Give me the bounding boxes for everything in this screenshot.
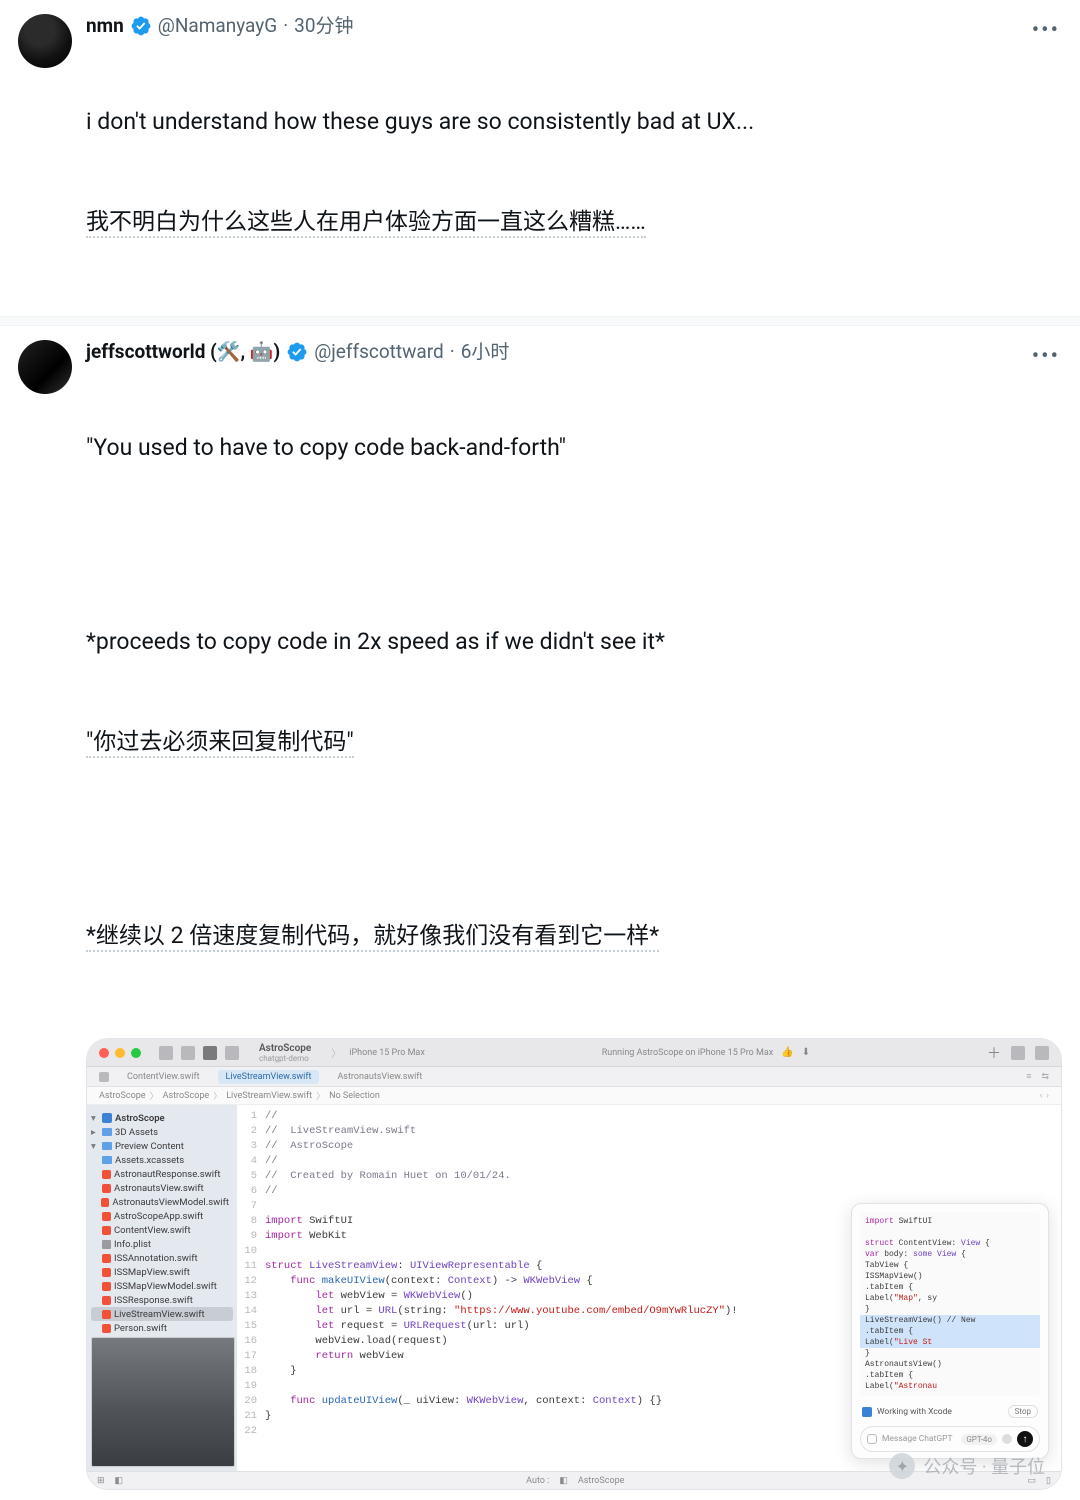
sidebar-item[interactable]: ContentView.swift: [114, 1225, 191, 1236]
sidebar-item-selected[interactable]: LiveStreamView.swift: [114, 1309, 205, 1320]
nav-back-icon[interactable]: [181, 1046, 195, 1060]
sidebar-item[interactable]: Person.swift: [114, 1323, 167, 1334]
chatgpt-panel[interactable]: import SwiftUI struct ContentView: View …: [851, 1203, 1049, 1459]
chat-placeholder: Message ChatGPT: [882, 1434, 953, 1444]
source-control-icon[interactable]: ◧: [115, 1476, 124, 1486]
avatar[interactable]: [18, 14, 72, 68]
library-icon[interactable]: [1011, 1046, 1025, 1060]
sidebar-item[interactable]: Assets.xcassets: [115, 1155, 184, 1166]
stop-icon[interactable]: [225, 1046, 239, 1060]
close-icon[interactable]: [99, 1048, 109, 1058]
sidebar-item[interactable]: ISSMapViewModel.swift: [114, 1281, 217, 1292]
breadcrumb[interactable]: AstroScope: [99, 1091, 146, 1101]
sidebar-item[interactable]: 3D Assets: [115, 1127, 158, 1138]
attachment-icon[interactable]: [867, 1434, 877, 1444]
jump-bar[interactable]: AstroScope〉 AstroScope〉 LiveStreamView.s…: [87, 1087, 1061, 1105]
sidebar-item[interactable]: AstroScopeApp.swift: [114, 1211, 203, 1222]
scheme-name[interactable]: AstroScope chatgpt-demo: [247, 1043, 323, 1063]
editor-tab[interactable]: AstronautsView.swift: [329, 1070, 430, 1084]
tweet-header: nmn @NamanyayG · 30分钟: [86, 14, 1062, 38]
tweet-text-en: i don't understand how these guys are so…: [86, 108, 754, 135]
sidebar-item[interactable]: ISSResponse.swift: [114, 1295, 193, 1306]
sidebar-item[interactable]: ISSAnnotation.swift: [114, 1253, 198, 1264]
status-target[interactable]: AstroScope: [578, 1476, 625, 1486]
mic-icon[interactable]: [1002, 1434, 1012, 1444]
tweet-text: "You used to have to copy code back-and-…: [86, 368, 1062, 1020]
verified-badge-icon: [286, 341, 308, 363]
chat-input[interactable]: Message ChatGPT GPT-4o ↑: [860, 1426, 1040, 1452]
timestamp[interactable]: 6小时: [461, 340, 510, 364]
embedded-media[interactable]: AstroScope chatgpt-demo 〉 iPhone 15 Pro …: [86, 1038, 1062, 1490]
editor-tab[interactable]: ContentView.swift: [119, 1070, 208, 1084]
tweet-translated-2: *继续以 2 倍速度复制代码，就好像我们没有看到它一样*: [86, 922, 659, 952]
tweet-header: jeffscottworld (🛠️, 🤖) @jeffscottward · …: [86, 340, 1062, 364]
chevron-left-icon[interactable]: ‹: [1040, 1091, 1043, 1101]
panel-toggle-icon[interactable]: ▯: [1046, 1476, 1051, 1486]
chat-status-label: Working with Xcode: [877, 1407, 952, 1417]
editor-options-icon[interactable]: ≡: [1026, 1071, 1031, 1082]
verified-badge-icon: [130, 15, 152, 37]
wechat-icon: ✦: [889, 1453, 915, 1479]
filter-icon[interactable]: ⊞: [97, 1476, 105, 1486]
sidebar-item[interactable]: ISSMapView.swift: [114, 1267, 190, 1278]
separator: ·: [283, 14, 288, 38]
status-auto[interactable]: Auto :: [526, 1476, 549, 1486]
breadcrumb[interactable]: No Selection: [329, 1091, 380, 1101]
watermark: ✦ 公众号 · 量子位: [889, 1453, 1045, 1479]
sidebar-item[interactable]: AstroScope: [115, 1113, 165, 1124]
run-icon[interactable]: [203, 1046, 217, 1060]
more-button[interactable]: •••: [1032, 18, 1060, 43]
minimize-icon[interactable]: [115, 1048, 125, 1058]
handle[interactable]: @NamanyayG: [158, 14, 277, 38]
display-name[interactable]: jeffscottworld (🛠️, 🤖): [86, 340, 280, 364]
chevron-right-icon[interactable]: ›: [1046, 1091, 1049, 1101]
tweet-text: i don't understand how these guys are so…: [86, 42, 1062, 306]
send-icon[interactable]: ↑: [1017, 1431, 1033, 1447]
timestamp[interactable]: 30分钟: [294, 14, 353, 38]
tweet-text-translated: 我不明白为什么这些人在用户体验方面一直这么糟糕……: [86, 208, 646, 238]
chat-status: Working with Xcode Stop: [860, 1402, 1040, 1421]
breadcrumb[interactable]: LiveStreamView.swift: [226, 1091, 312, 1101]
display-name[interactable]: nmn: [86, 14, 124, 38]
nav-icon[interactable]: [99, 1072, 109, 1082]
sidebar-item[interactable]: AstronautsView.swift: [114, 1183, 204, 1194]
run-destination[interactable]: iPhone 15 Pro Max: [349, 1048, 425, 1058]
window-controls[interactable]: [99, 1048, 141, 1058]
tweet-line-2: *proceeds to copy code in 2x speed as if…: [86, 628, 665, 655]
zoom-icon[interactable]: [131, 1048, 141, 1058]
robot-icon: 🤖: [250, 340, 274, 363]
sidebar-item[interactable]: AstronautResponse.swift: [114, 1169, 221, 1180]
separator: ·: [450, 340, 455, 364]
xcode-titlebar: AstroScope chatgpt-demo 〉 iPhone 15 Pro …: [87, 1039, 1061, 1067]
sidebar-item[interactable]: AstronautsViewModel.swift: [112, 1197, 229, 1208]
code-snippet: import SwiftUI struct ContentView: View …: [860, 1212, 1040, 1396]
inspector-toggle-icon[interactable]: [1035, 1046, 1049, 1060]
tweet-translated-1: "你过去必须来回复制代码": [86, 728, 354, 758]
sidebar-item[interactable]: Preview Content: [115, 1141, 184, 1152]
stop-button[interactable]: Stop: [1008, 1405, 1038, 1418]
sidebar-item[interactable]: Info.plist: [114, 1239, 151, 1250]
handle[interactable]: @jeffscottward: [314, 340, 444, 364]
download-icon[interactable]: ⬇︎: [802, 1047, 810, 1058]
xcode-app-icon: [862, 1407, 872, 1417]
activity-status: Running AstroScope on iPhone 15 Pro Max: [602, 1048, 774, 1058]
tweet-line-1: "You used to have to copy code back-and-…: [86, 434, 566, 461]
hammer-wrench-icon: 🛠️: [217, 340, 241, 363]
preview-pane: [91, 1337, 235, 1467]
sidebar-toggle-icon[interactable]: [159, 1046, 173, 1060]
status-target-icon: ◧: [559, 1476, 568, 1486]
more-button[interactable]: •••: [1032, 344, 1060, 369]
avatar[interactable]: [18, 340, 72, 394]
editor-tabs: ContentView.swift LiveStreamView.swift A…: [87, 1067, 1061, 1087]
tweet-2: jeffscottworld (🛠️, 🤖) @jeffscottward · …: [0, 326, 1080, 1500]
adjust-icon[interactable]: ⇆: [1041, 1072, 1049, 1082]
breadcrumb[interactable]: AstroScope: [163, 1091, 210, 1101]
divider: [0, 316, 1080, 326]
model-picker[interactable]: GPT-4o: [961, 1434, 997, 1445]
editor-tab-selected[interactable]: LiveStreamView.swift: [218, 1070, 320, 1084]
add-icon[interactable]: ＋: [987, 1043, 1001, 1063]
build-success-icon: 👍: [781, 1047, 793, 1058]
tweet-1: nmn @NamanyayG · 30分钟 i don't understand…: [0, 0, 1080, 316]
separator: 〉: [331, 1045, 341, 1060]
